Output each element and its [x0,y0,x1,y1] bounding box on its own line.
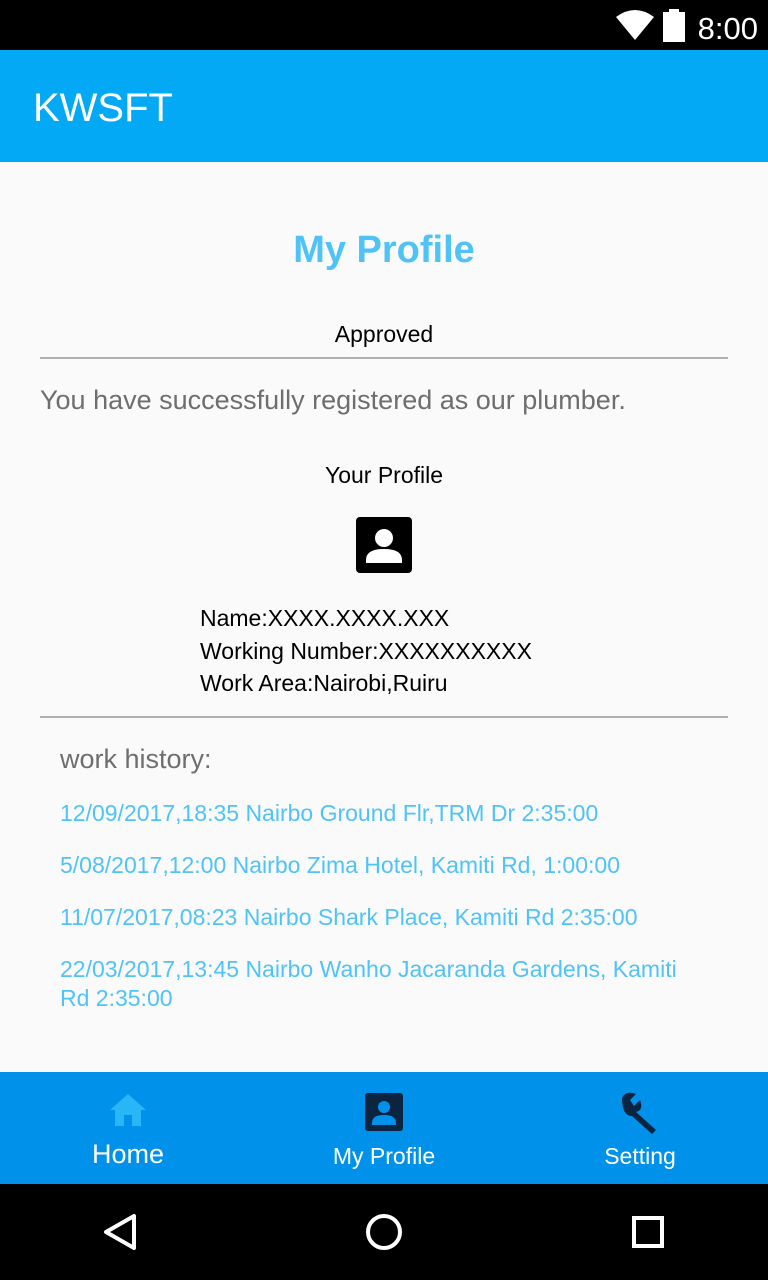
approval-status: Approved [334,321,434,347]
profile-heading: Your Profile [324,462,444,488]
page-title: My Profile [293,229,475,271]
divider [40,357,728,359]
system-navigation-bar [0,1184,768,1280]
history-item[interactable]: 22/03/2017,13:45 Nairbo Wanho Jacaranda … [60,955,680,1013]
history-item[interactable]: 5/08/2017,12:00 Nairbo Zima Hotel, Kamit… [60,851,680,880]
home-icon [108,1092,148,1133]
wrench-icon [616,1088,664,1141]
nav-my-profile[interactable]: My Profile [256,1072,512,1184]
nav-my-profile-label: My Profile [332,1143,436,1169]
nav-home[interactable]: Home [0,1072,256,1184]
profile-work-area: Work Area:Nairobi,Ruiru [200,670,448,696]
nav-home-label: Home [91,1139,165,1169]
status-bar: 8:00 [0,0,768,50]
nav-setting-label: Setting [604,1143,676,1169]
wifi-icon [615,9,655,46]
nav-setting[interactable]: Setting [512,1072,768,1184]
profile-name: Name:XXXX.XXXX.XXX [200,605,450,631]
battery-icon [662,9,686,47]
history-item[interactable]: 12/09/2017,18:35 Nairbo Ground Flr,TRM D… [60,799,680,828]
account-box-icon [364,1092,404,1137]
bottom-navigation: Home My Profile Setting [0,1072,768,1184]
recents-icon[interactable] [624,1208,672,1256]
account-box-icon [354,515,414,580]
back-icon[interactable] [98,1208,146,1256]
history-item[interactable]: 11/07/2017,08:23 Nairbo Shark Place, Kam… [60,903,680,932]
work-history-title: work history: [60,744,212,774]
divider [40,716,728,718]
registration-message: You have successfully registered as our … [40,385,626,415]
home-circle-icon[interactable] [360,1208,408,1256]
app-title: KWSFT [33,86,173,130]
status-time: 8:00 [697,11,758,46]
profile-working-number: Working Number:XXXXXXXXXX [200,638,532,664]
